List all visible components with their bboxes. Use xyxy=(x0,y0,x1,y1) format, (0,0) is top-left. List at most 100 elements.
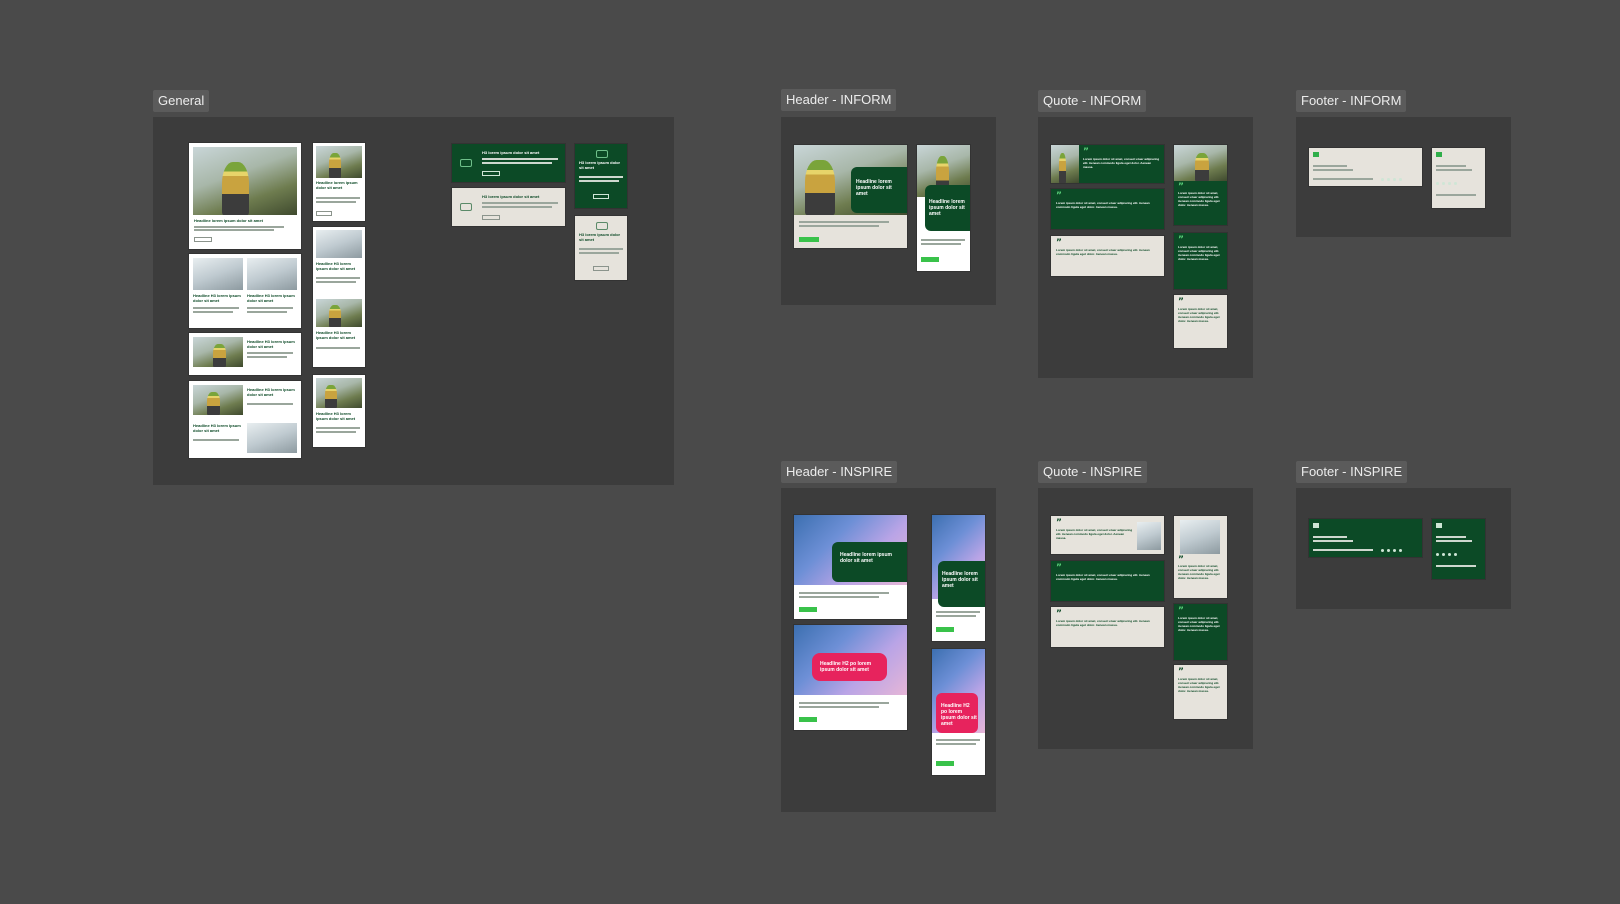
general-card-two-col[interactable]: Headline H3 lorem ipsum dolor sit amet H… xyxy=(189,254,301,328)
quote-inform-mobile-3[interactable]: ” Lorem ipsum dolor sit amet, consect et… xyxy=(1174,295,1227,348)
general-card-row[interactable]: Headline H3 lorem ipsum dolor sit amet xyxy=(189,333,301,375)
truck-icon xyxy=(596,222,608,230)
learn-more-button[interactable] xyxy=(482,215,500,220)
frame-label-general[interactable]: General xyxy=(153,90,210,112)
youtube-icon[interactable] xyxy=(1454,182,1457,185)
learn-more-button[interactable] xyxy=(593,194,609,199)
frame-footer-inspire[interactable] xyxy=(1296,488,1511,609)
general-banner-beige[interactable]: H3 lorem ipsum dolor sit amet xyxy=(452,188,565,226)
header-headline: Headline H2 po lorem ipsum dolor sit ame… xyxy=(941,703,977,727)
frame-label-header-inform[interactable]: Header - INFORM xyxy=(781,89,897,111)
banner-headline: H3 lorem ipsum dolor sit amet xyxy=(482,150,540,155)
quote-photo xyxy=(1051,145,1079,183)
frame-general[interactable]: Headline lorem ipsum dolor sit amet Head… xyxy=(153,117,674,485)
card-headline: Headline H3 lorem ipsum dolor sit amet xyxy=(193,423,241,433)
general-card-mobile-2[interactable]: Headline H3 lorem ipsum dolor sit amet H… xyxy=(313,227,365,367)
linkedin-icon[interactable] xyxy=(1381,178,1384,181)
footer-inform-mobile[interactable] xyxy=(1432,148,1485,208)
frame-header-inspire[interactable]: Headline lorem ipsum dolor sit amet Head… xyxy=(781,488,996,812)
quote-inspire-card-2[interactable]: ” Lorem ipsum dolor sit amet, consect et… xyxy=(1051,561,1164,601)
quote-inform-card-3[interactable]: ” Lorem ipsum dolor sit amet, consect et… xyxy=(1051,236,1164,276)
quote-inform-mobile-1[interactable]: ” Lorem ipsum dolor sit amet, consect et… xyxy=(1174,145,1227,225)
general-banner-green-mobile[interactable]: H3 lorem ipsum dolor sit amet xyxy=(575,144,627,208)
header-headline: Headline H2 po lorem ipsum dolor sit ame… xyxy=(820,661,872,673)
frame-quote-inform[interactable]: ” Lorem ipsum dolor sit amet, consect et… xyxy=(1038,117,1253,378)
general-card-hero[interactable]: Headline lorem ipsum dolor sit amet xyxy=(189,143,301,249)
linkedin-icon[interactable] xyxy=(1436,553,1439,556)
instagram-icon[interactable] xyxy=(1393,549,1396,552)
twitter-icon[interactable] xyxy=(1442,182,1445,185)
general-card-mobile-1[interactable]: Headline lorem ipsum dolor sit amet xyxy=(313,143,365,221)
twitter-icon[interactable] xyxy=(1442,553,1445,556)
quote-inspire-mobile-2[interactable]: ” Lorem ipsum dolor sit amet, consect et… xyxy=(1174,604,1227,660)
brand-logo-icon xyxy=(1436,152,1442,157)
card-headline: Headline H3 lorem ipsum dolor sit amet xyxy=(316,261,356,271)
header-inspire-desktop-2[interactable]: Headline H2 po lorem ipsum dolor sit ame… xyxy=(794,625,907,730)
mobile-photo xyxy=(316,378,362,408)
instagram-icon[interactable] xyxy=(1393,178,1396,181)
general-card-zigzag[interactable]: Headline H3 lorem ipsum dolor sit amet H… xyxy=(189,381,301,458)
header-headline: Headline lorem ipsum dolor sit amet xyxy=(840,552,892,564)
general-banner-beige-mobile[interactable]: H3 lorem ipsum dolor sit amet xyxy=(575,216,627,280)
youtube-icon[interactable] xyxy=(1399,178,1402,181)
footer-inspire-mobile[interactable] xyxy=(1432,519,1485,579)
header-inspire-desktop-1[interactable]: Headline lorem ipsum dolor sit amet xyxy=(794,515,907,619)
learn-more-button[interactable] xyxy=(194,237,212,242)
frame-label-quote-inform[interactable]: Quote - INFORM xyxy=(1038,90,1147,112)
quote-inspire-card-1[interactable]: ” Lorem ipsum dolor sit amet, consect et… xyxy=(1051,516,1164,554)
twitter-icon[interactable] xyxy=(1387,549,1390,552)
brand-logo-icon xyxy=(1313,523,1319,528)
learn-more-button[interactable] xyxy=(482,171,500,176)
general-banner-green[interactable]: H3 lorem ipsum dolor sit amet xyxy=(452,144,565,182)
header-inform-mobile[interactable]: Headline lorem ipsum dolor sit amet xyxy=(917,145,970,271)
youtube-icon[interactable] xyxy=(1399,549,1402,552)
cta-button[interactable] xyxy=(936,627,954,632)
mobile-photo xyxy=(316,230,362,258)
cta-button[interactable] xyxy=(799,237,819,242)
banner-headline: H3 lorem ipsum dolor sit amet xyxy=(482,194,540,199)
learn-more-button[interactable] xyxy=(593,266,609,271)
cta-button[interactable] xyxy=(799,607,817,612)
quote-photo xyxy=(1174,145,1227,181)
quote-inspire-mobile-1[interactable]: ” Lorem ipsum dolor sit amet, consect et… xyxy=(1174,516,1227,598)
quote-inspire-card-3[interactable]: ” Lorem ipsum dolor sit amet, consect et… xyxy=(1051,607,1164,647)
linkedin-icon[interactable] xyxy=(1381,549,1384,552)
truck-icon xyxy=(460,203,472,211)
frame-label-footer-inspire[interactable]: Footer - INSPIRE xyxy=(1296,461,1408,483)
instagram-icon[interactable] xyxy=(1448,182,1451,185)
instagram-icon[interactable] xyxy=(1448,553,1451,556)
cta-button[interactable] xyxy=(799,717,817,722)
portrait-photo xyxy=(1180,520,1220,554)
frame-label-header-inspire[interactable]: Header - INSPIRE xyxy=(781,461,898,483)
quote-text: Lorem ipsum dolor sit amet, consect etue… xyxy=(1178,191,1220,207)
card-headline: Headline H3 lorem ipsum dolor sit amet xyxy=(247,293,295,303)
header-inspire-mobile-1[interactable]: Headline lorem ipsum dolor sit amet xyxy=(932,515,985,641)
quote-inform-card-1[interactable]: ” Lorem ipsum dolor sit amet, consect et… xyxy=(1051,145,1164,183)
quote-inspire-mobile-3[interactable]: ” Lorem ipsum dolor sit amet, consect et… xyxy=(1174,665,1227,719)
frame-label-footer-inform[interactable]: Footer - INFORM xyxy=(1296,90,1407,112)
frame-footer-inform[interactable] xyxy=(1296,117,1511,237)
header-inspire-mobile-2[interactable]: Headline H2 po lorem ipsum dolor sit ame… xyxy=(932,649,985,775)
card-headline: Headline lorem ipsum dolor sit amet xyxy=(316,180,358,190)
cta-button[interactable] xyxy=(936,761,954,766)
card-headline: Headline H3 lorem ipsum dolor sit amet xyxy=(247,387,295,397)
general-card-mobile-3[interactable]: Headline H3 lorem ipsum dolor sit amet xyxy=(313,375,365,447)
banner-headline: H3 lorem ipsum dolor sit amet xyxy=(579,160,621,170)
frame-quote-inspire[interactable]: ” Lorem ipsum dolor sit amet, consect et… xyxy=(1038,488,1253,749)
youtube-icon[interactable] xyxy=(1454,553,1457,556)
learn-more-button[interactable] xyxy=(316,211,332,216)
frame-label-quote-inspire[interactable]: Quote - INSPIRE xyxy=(1038,461,1147,483)
quote-icon: ” xyxy=(1178,297,1184,307)
card-headline: Headline H3 lorem ipsum dolor sit amet xyxy=(316,330,356,340)
twitter-icon[interactable] xyxy=(1387,178,1390,181)
quote-text: Lorem ipsum dolor sit amet, consect etue… xyxy=(1178,677,1220,693)
cta-button[interactable] xyxy=(921,257,939,262)
footer-inform-desktop[interactable] xyxy=(1309,148,1422,186)
frame-header-inform[interactable]: Headline lorem ipsum dolor sit amet Head… xyxy=(781,117,996,305)
quote-inform-mobile-2[interactable]: ” Lorem ipsum dolor sit amet, consect et… xyxy=(1174,233,1227,289)
row-photo xyxy=(193,337,243,367)
header-inform-desktop[interactable]: Headline lorem ipsum dolor sit amet xyxy=(794,145,907,248)
linkedin-icon[interactable] xyxy=(1436,182,1439,185)
quote-inform-card-2[interactable]: ” Lorem ipsum dolor sit amet, consect et… xyxy=(1051,189,1164,229)
footer-inspire-desktop[interactable] xyxy=(1309,519,1422,557)
